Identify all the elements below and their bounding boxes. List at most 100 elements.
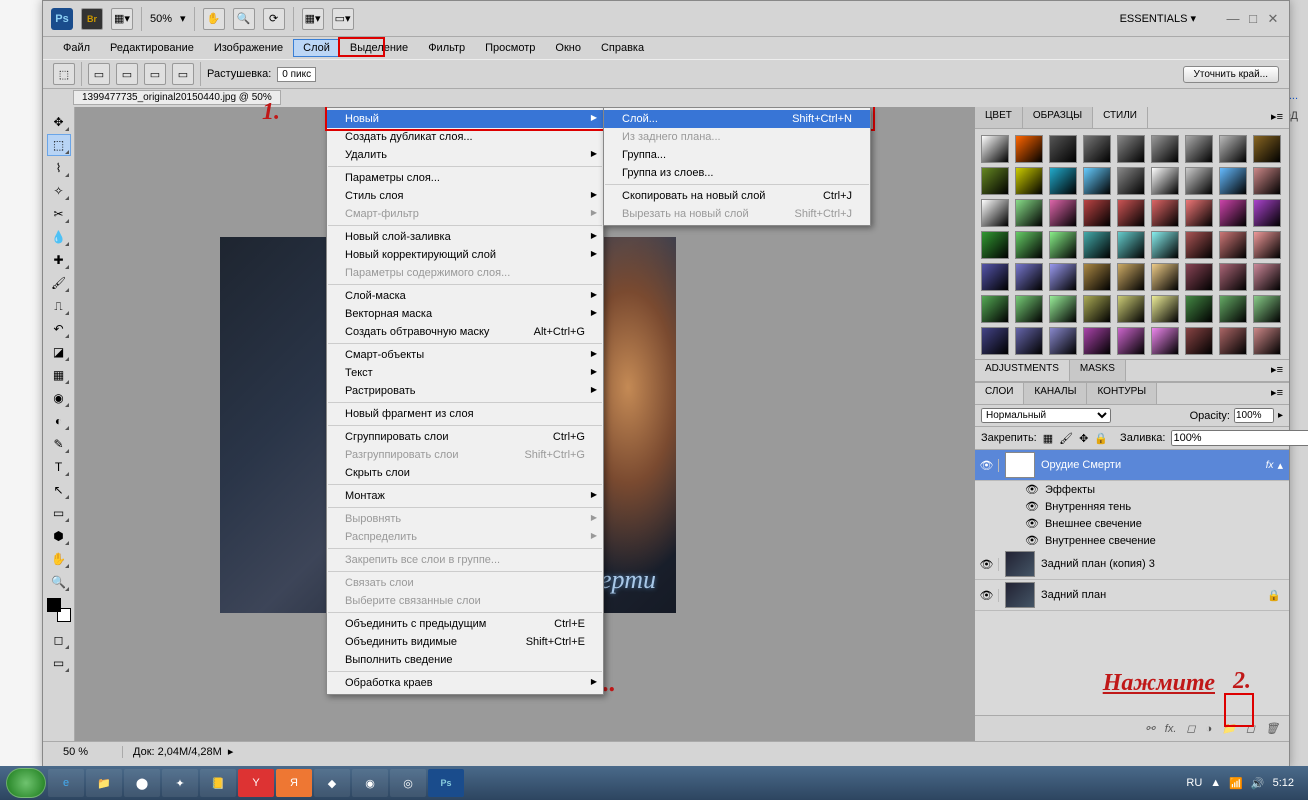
blur-tool[interactable]: ◉ [47, 387, 71, 409]
style-swatch[interactable] [981, 135, 1009, 163]
rotate-view-button[interactable]: ⟳ [263, 8, 285, 30]
style-swatch[interactable] [981, 199, 1009, 227]
intersect-selection-icon[interactable]: ▭ [172, 63, 194, 85]
menu-item[interactable]: Скрыть слои [327, 464, 603, 482]
style-swatch[interactable] [1117, 135, 1145, 163]
style-swatch[interactable] [1219, 263, 1247, 291]
menu-item[interactable]: Удалить [327, 146, 603, 164]
hand-tool-button[interactable]: ✋ [203, 8, 225, 30]
delete-layer-icon[interactable]: 🗑 [1265, 722, 1279, 735]
style-swatch[interactable] [1049, 295, 1077, 323]
style-swatch[interactable] [1117, 199, 1145, 227]
style-swatch[interactable] [1253, 167, 1281, 195]
menu-item[interactable]: Смарт-объекты [327, 346, 603, 364]
menu-слой[interactable]: Слой [293, 39, 340, 57]
style-swatch[interactable] [1083, 263, 1111, 291]
visibility-icon[interactable]: 👁 [975, 589, 999, 602]
menu-изображение[interactable]: Изображение [204, 39, 293, 57]
taskbar-ps-icon[interactable]: Ps [428, 769, 464, 797]
quickmask-tool[interactable]: ◻ [47, 629, 71, 651]
style-swatch[interactable] [1185, 231, 1213, 259]
style-swatch[interactable] [1151, 263, 1179, 291]
fx-icon[interactable]: fx. [1165, 723, 1177, 735]
style-swatch[interactable] [981, 327, 1009, 355]
style-swatch[interactable] [1117, 167, 1145, 195]
menu-item[interactable]: Стиль слоя [327, 187, 603, 205]
style-swatch[interactable] [1253, 263, 1281, 291]
history-brush-tool[interactable]: ↶ [47, 318, 71, 340]
menu-item[interactable]: Сгруппировать слоиCtrl+G [327, 428, 603, 446]
style-swatch[interactable] [1219, 135, 1247, 163]
style-swatch[interactable] [1083, 135, 1111, 163]
menu-item[interactable]: Выполнить сведение [327, 651, 603, 669]
tool-preset-icon[interactable]: ⬚ [53, 63, 75, 85]
tray-lang[interactable]: RU [1186, 777, 1202, 789]
marquee-tool[interactable]: ⬚ [47, 134, 71, 156]
style-swatch[interactable] [1083, 295, 1111, 323]
style-swatch[interactable] [1083, 167, 1111, 195]
blend-mode-select[interactable]: Нормальный [981, 408, 1111, 423]
style-swatch[interactable] [1253, 199, 1281, 227]
visibility-icon[interactable]: 👁 [975, 459, 999, 472]
submenu-item[interactable]: Скопировать на новый слойCtrl+J [604, 187, 870, 205]
menu-справка[interactable]: Справка [591, 39, 654, 57]
arrange-button[interactable]: ▦▾ [302, 8, 324, 30]
screenmode-tool[interactable]: ▭ [47, 652, 71, 674]
taskbar-explorer-icon[interactable]: 📁 [86, 769, 122, 797]
lock-position-icon[interactable]: ✥ [1079, 432, 1088, 445]
style-swatch[interactable] [1015, 135, 1043, 163]
panel-menu-icon[interactable]: ▸≡ [1265, 360, 1289, 381]
menu-item[interactable]: Монтаж [327, 487, 603, 505]
style-swatch[interactable] [1151, 135, 1179, 163]
add-selection-icon[interactable]: ▭ [116, 63, 138, 85]
sub-selection-icon[interactable]: ▭ [144, 63, 166, 85]
shape-tool[interactable]: ▭ [47, 502, 71, 524]
menu-окно[interactable]: Окно [545, 39, 591, 57]
style-swatch[interactable] [1049, 263, 1077, 291]
menu-item[interactable]: Новый [327, 110, 603, 128]
style-swatch[interactable] [1015, 295, 1043, 323]
style-swatch[interactable] [1083, 199, 1111, 227]
style-swatch[interactable] [1015, 199, 1043, 227]
style-swatch[interactable] [1253, 231, 1281, 259]
taskbar-app2-icon[interactable]: ✦ [162, 769, 198, 797]
tab-channels[interactable]: КАНАЛЫ [1024, 383, 1087, 404]
style-swatch[interactable] [1219, 199, 1247, 227]
pen-tool[interactable]: ✎ [47, 433, 71, 455]
style-swatch[interactable] [1219, 295, 1247, 323]
style-swatch[interactable] [981, 167, 1009, 195]
style-swatch[interactable] [1117, 263, 1145, 291]
style-swatch[interactable] [1049, 327, 1077, 355]
stamp-tool[interactable]: ⎍ [47, 295, 71, 317]
style-swatch[interactable] [1049, 167, 1077, 195]
system-tray[interactable]: RU ▲ 📶 🔊 5:12 [1186, 777, 1302, 790]
hand-tool[interactable]: ✋ [47, 548, 71, 570]
zoom-tool[interactable]: 🔍 [47, 571, 71, 593]
style-swatch[interactable] [1219, 231, 1247, 259]
opacity-input[interactable] [1234, 408, 1274, 423]
tray-volume-icon[interactable]: 🔊 [1251, 777, 1265, 790]
menu-item[interactable]: Новый корректирующий слой [327, 246, 603, 264]
tray-network-icon[interactable]: 📶 [1229, 777, 1243, 790]
layer-row-bg[interactable]: 👁 Задний план 🔒 [975, 580, 1289, 611]
taskbar-app1-icon[interactable]: ⬤ [124, 769, 160, 797]
menu-item[interactable]: Векторная маска [327, 305, 603, 323]
taskbar-app6-icon[interactable]: ◆ [314, 769, 350, 797]
lock-pixels-icon[interactable]: 🖌 [1059, 432, 1073, 445]
submenu-item[interactable]: Группа... [604, 146, 870, 164]
eraser-tool[interactable]: ◪ [47, 341, 71, 363]
layer-row-text[interactable]: 👁 T Орудие Смерти fx▴ [975, 450, 1289, 481]
tab-masks[interactable]: MASKS [1070, 360, 1126, 381]
style-swatch[interactable] [1083, 231, 1111, 259]
screen-mode-button[interactable]: ▭▾ [332, 8, 354, 30]
menu-item[interactable]: Новый слой-заливка [327, 228, 603, 246]
menu-item[interactable]: Растрировать [327, 382, 603, 400]
tray-flag-icon[interactable]: ▲ [1210, 777, 1221, 789]
healing-tool[interactable]: ✚ [47, 249, 71, 271]
tab-swatches[interactable]: ОБРАЗЦЫ [1023, 107, 1093, 128]
tab-paths[interactable]: КОНТУРЫ [1087, 383, 1157, 404]
zoom-level[interactable]: 50% [150, 13, 172, 25]
style-swatch[interactable] [1185, 199, 1213, 227]
document-tab[interactable]: 1399477735_original20150440.jpg @ 50% [73, 90, 281, 105]
layer-row-copy[interactable]: 👁 Задний план (копия) 3 [975, 549, 1289, 580]
